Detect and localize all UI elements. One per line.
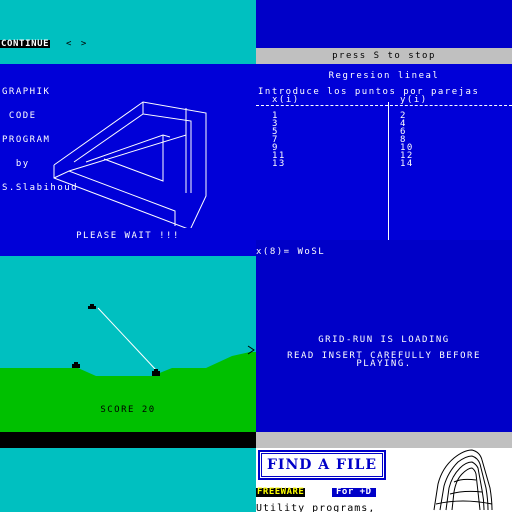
column-separator [388,102,389,240]
continue-panel: CONTINUE < > [0,0,256,64]
bag-illustration [433,449,493,511]
please-wait-status: PLEASE WAIT !!! [76,231,180,241]
loader-panel: x(8)= WoSL GRID-RUN IS LOADING READ INSE… [256,240,512,432]
find-a-file-logo: FIND A FILE [258,450,386,480]
basic-input-prompt: x(8)= WoSL [256,247,326,257]
nav-arrows[interactable]: < > [66,40,89,49]
green-hills [0,352,256,432]
graphik-panel: GRAPHIK CODE PROGRAM by S.Slabihoud PLEA… [0,64,256,256]
grey-border-bar [256,432,512,448]
x-value: 13 [272,159,286,169]
x-column-header: x(i) [272,95,300,105]
black-band [0,432,256,448]
impossible-triangle-drawing [53,101,207,228]
find-a-file-title: FIND A FILE [266,457,378,473]
laser-beam [97,307,157,371]
tank-sprite-left [72,362,80,368]
loading-instruction-line2: PLAYING. [356,359,412,369]
freeware-badge: FREEWARE [256,487,306,497]
utility-description: Utility programs, [256,503,376,512]
cyan-border-panel [0,448,256,512]
platform-badge: For +D [332,488,376,497]
header-divider [256,105,512,106]
find-a-file-panel: FIND A FILE FREEWARE For +D Utility prog… [256,448,512,512]
y-column-header: y(i) [400,95,428,105]
score-label: SCORE 20 [100,405,156,415]
stop-bar: press S to stop [256,48,512,64]
regression-panel: Regresion lineal Introduce los puntos po… [256,64,512,256]
regression-title: Regresion lineal [328,71,440,81]
ufo-sprite [88,304,96,309]
game-scene [0,304,256,432]
stop-prompt: press S to stop [332,51,436,61]
continue-button[interactable]: CONTINUE [0,40,51,49]
game-panel: SCORE 20 [0,256,256,448]
y-value: 14 [400,159,414,169]
tank-sprite-right [152,369,160,376]
loading-title: GRID-RUN IS LOADING [318,335,450,345]
stop-panel: press S to stop [256,0,512,64]
